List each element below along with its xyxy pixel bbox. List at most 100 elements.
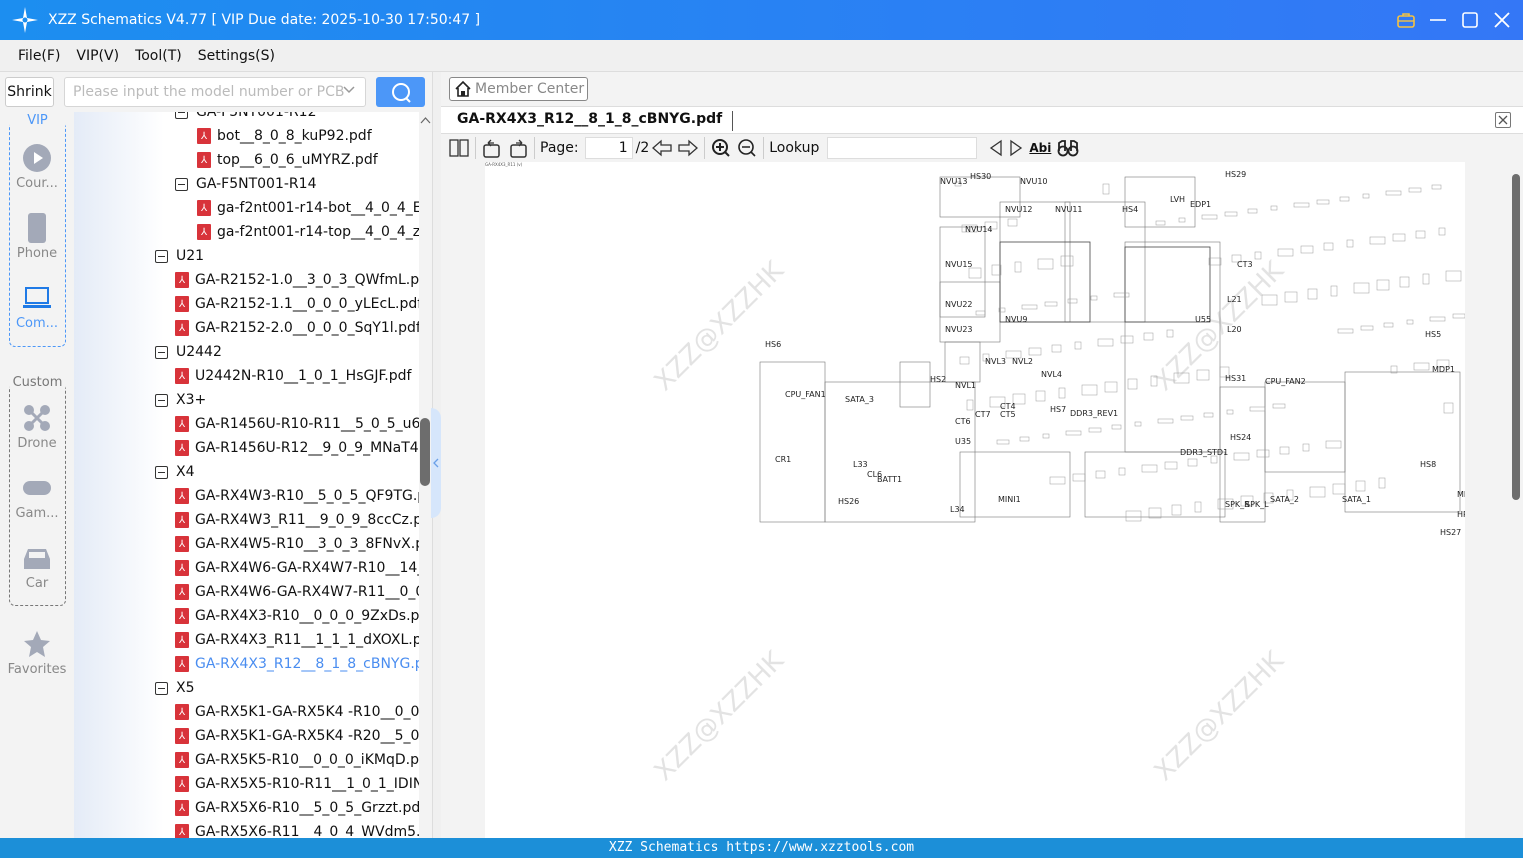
- rotate-right-icon[interactable]: [508, 137, 528, 159]
- tree-file[interactable]: ⅄ ga-f2nt001-r14-bot__4_0_4_EE: [197, 196, 419, 220]
- pdf-icon: ⅄: [175, 656, 189, 672]
- rail-item-game[interactable]: Gam...: [0, 474, 74, 521]
- component: [1201, 214, 1218, 220]
- tree-folder[interactable]: X5: [155, 676, 195, 700]
- tree-file[interactable]: ⅄ GA-RX4W6-GA-RX4W7-R11__0_0: [175, 580, 419, 604]
- pdf-page-canvas[interactable]: GA-RX4X3_R11 (v) XZZ@XZZHK XZZ@XZZHK XZZ@X…: [485, 162, 1465, 838]
- rail-item-computer[interactable]: Com...: [0, 284, 74, 331]
- component: [1037, 258, 1054, 270]
- tree-file[interactable]: ⅄ GA-R1456U-R10-R11__5_0_5_u6L: [175, 412, 419, 436]
- search-button[interactable]: [376, 77, 425, 107]
- collapse-icon[interactable]: [155, 249, 168, 263]
- menu-bar: File(F) VIP(V) Tool(T) Settings(S): [0, 40, 1523, 72]
- model-search-input[interactable]: Please input the model number or PCB: [64, 77, 366, 107]
- menu-vip[interactable]: VIP(V): [76, 48, 119, 64]
- next-page-icon[interactable]: [678, 137, 699, 159]
- tree-file[interactable]: ⅄ GA-RX5X5-R10-R11__1_0_1_IDIN: [175, 772, 419, 796]
- tree-file[interactable]: ⅄ GA-RX4X3_R12__8_1_8_cBNYG.p: [175, 652, 419, 676]
- collapse-icon[interactable]: [155, 393, 168, 407]
- tree-folder[interactable]: GA-F5NT001-R14: [175, 172, 316, 196]
- tree-file[interactable]: ⅄ GA-RX5X6-R10__5_0_5_Grzzt.pdf: [175, 796, 419, 820]
- tree-file[interactable]: ⅄ GA-RX4W3-R10__5_0_5_QF9TG.p: [175, 484, 419, 508]
- tree-file[interactable]: ⅄ GA-RX4X3_R11__1_1_1_dXOXL.p: [175, 628, 419, 652]
- member-center-button[interactable]: Member Center: [449, 77, 588, 101]
- schematic-label: L21: [1227, 295, 1242, 304]
- rail-item-drone[interactable]: Drone: [0, 404, 74, 451]
- tree-file[interactable]: ⅄ GA-RX5X6-R11__4_0_4_WVdm5.p: [175, 820, 419, 838]
- minimize-button[interactable]: [1429, 11, 1447, 29]
- component: [1095, 470, 1106, 479]
- tree-folder[interactable]: U2442: [155, 340, 222, 364]
- tree-file[interactable]: ⅄ GA-R1456U-R12__9_0_9_MNaT4.p: [175, 436, 419, 460]
- two-page-view-icon[interactable]: [449, 137, 469, 159]
- tree-scrollbar-thumb[interactable]: [420, 418, 430, 486]
- component: [1090, 295, 1098, 301]
- collapse-icon[interactable]: [175, 112, 188, 119]
- rail-item-phone[interactable]: Phone: [0, 213, 74, 261]
- tree-file[interactable]: ⅄ GA-R2152-1.1__0_0_0_yLEcL.pdf: [175, 292, 419, 316]
- tree-file[interactable]: ⅄ GA-RX4W6-GA-RX4W7-R10__14_: [175, 556, 419, 580]
- menu-tool[interactable]: Tool(T): [135, 48, 182, 64]
- tab-document[interactable]: GA-RX4X3_R12__8_1_8_cBNYG.pdf: [457, 111, 734, 131]
- rotate-left-icon[interactable]: [482, 137, 502, 159]
- chevron-down-icon[interactable]: [343, 83, 355, 99]
- tree-folder[interactable]: X4: [155, 460, 195, 484]
- tree-item-label: GA-RX4W5-R10__3_0_3_8FNvX.p: [195, 536, 419, 552]
- scroll-up-icon[interactable]: [420, 116, 431, 124]
- close-tabs-button[interactable]: [1495, 112, 1511, 128]
- tree-file[interactable]: ⅄ GA-RX4W3_R11__9_0_9_8ccCz.pd: [175, 508, 419, 532]
- tree-file[interactable]: ⅄ top__6_0_6_uMYRZ.pdf: [197, 148, 378, 172]
- close-button[interactable]: [1493, 11, 1511, 29]
- tree-file[interactable]: ⅄ GA-RX4X3-R10__0_0_0_9ZxDs.pd: [175, 604, 419, 628]
- collapse-icon[interactable]: [175, 177, 188, 191]
- tree-file[interactable]: ⅄ GA-RX4W5-R10__3_0_3_8FNvX.p: [175, 532, 419, 556]
- shrink-button[interactable]: Shrink: [5, 77, 54, 107]
- component: [1210, 455, 1218, 464]
- find-previous-icon[interactable]: [989, 137, 1003, 159]
- menu-file[interactable]: File(F): [18, 48, 60, 64]
- match-case-icon[interactable]: Abi: [1029, 137, 1051, 159]
- tree-file[interactable]: ⅄ bot__8_0_8_kuP92.pdf: [197, 124, 372, 148]
- schematic-label: SPK_L: [1245, 500, 1269, 509]
- tree-file[interactable]: ⅄ GA-RX5K1-GA-RX5K4 -R10__0_0_: [175, 700, 419, 724]
- collapse-panel-handle[interactable]: [431, 408, 441, 518]
- component: [1019, 436, 1030, 442]
- tree-file[interactable]: ⅄ GA-R2152-2.0__0_0_0_SqY1l.pdf: [175, 316, 419, 340]
- schematic-label: CT3: [1237, 260, 1253, 269]
- menu-settings[interactable]: Settings(S): [198, 48, 275, 64]
- lookup-input[interactable]: [827, 137, 978, 159]
- viewer-scrollbar[interactable]: [1509, 162, 1523, 838]
- tree-file[interactable]: ⅄ U2442N-R10__1_0_1_HsGJF.pdf: [175, 364, 411, 388]
- maximize-button[interactable]: [1461, 11, 1479, 29]
- rail-label: Drone: [17, 436, 57, 451]
- tree-file[interactable]: ⅄ GA-RX5K1-GA-RX5K4 -R20__5_0_: [175, 724, 419, 748]
- rail-item-car[interactable]: Car: [0, 544, 74, 591]
- gamepad-icon: [23, 474, 51, 502]
- component: [1429, 316, 1446, 322]
- schematic-label: CT5: [1000, 410, 1016, 419]
- tree-file[interactable]: ⅄ GA-RX5K5-R10__0_0_0_iKMqD.p: [175, 748, 419, 772]
- rail-item-favorites[interactable]: Favorites: [0, 630, 74, 677]
- tree-file[interactable]: ⅄ GA-R2152-1.0__3_0_3_QWfmL.pd: [175, 268, 419, 292]
- zoom-out-icon[interactable]: [737, 137, 757, 159]
- tree-folder[interactable]: U21: [155, 244, 204, 268]
- component: [1279, 446, 1290, 455]
- binoculars-icon[interactable]: [1057, 137, 1079, 159]
- zoom-in-icon[interactable]: [711, 137, 731, 159]
- tree-folder[interactable]: X3+: [155, 388, 206, 412]
- tree-file[interactable]: ⅄ ga-f2nt001-r14-top__4_0_4_z6: [197, 220, 419, 244]
- page-number-input[interactable]: 1: [584, 137, 633, 159]
- vip-bag-icon[interactable]: [1397, 11, 1415, 29]
- collapse-icon[interactable]: [155, 345, 168, 359]
- rail-item-courses[interactable]: Cour...: [0, 144, 74, 191]
- viewer-scrollbar-thumb[interactable]: [1512, 174, 1520, 500]
- component: [1118, 467, 1126, 476]
- tree-item-label: GA-RX5X6-R10__5_0_5_Grzzt.pdf: [195, 800, 419, 816]
- find-next-icon[interactable]: [1009, 137, 1023, 159]
- component: [1443, 402, 1454, 414]
- previous-page-icon[interactable]: [652, 137, 672, 159]
- collapse-icon[interactable]: [155, 681, 168, 695]
- schematic-label: U55: [1195, 315, 1211, 324]
- collapse-icon[interactable]: [155, 465, 168, 479]
- tree-folder[interactable]: GA-F5NT001-R12: [175, 112, 316, 124]
